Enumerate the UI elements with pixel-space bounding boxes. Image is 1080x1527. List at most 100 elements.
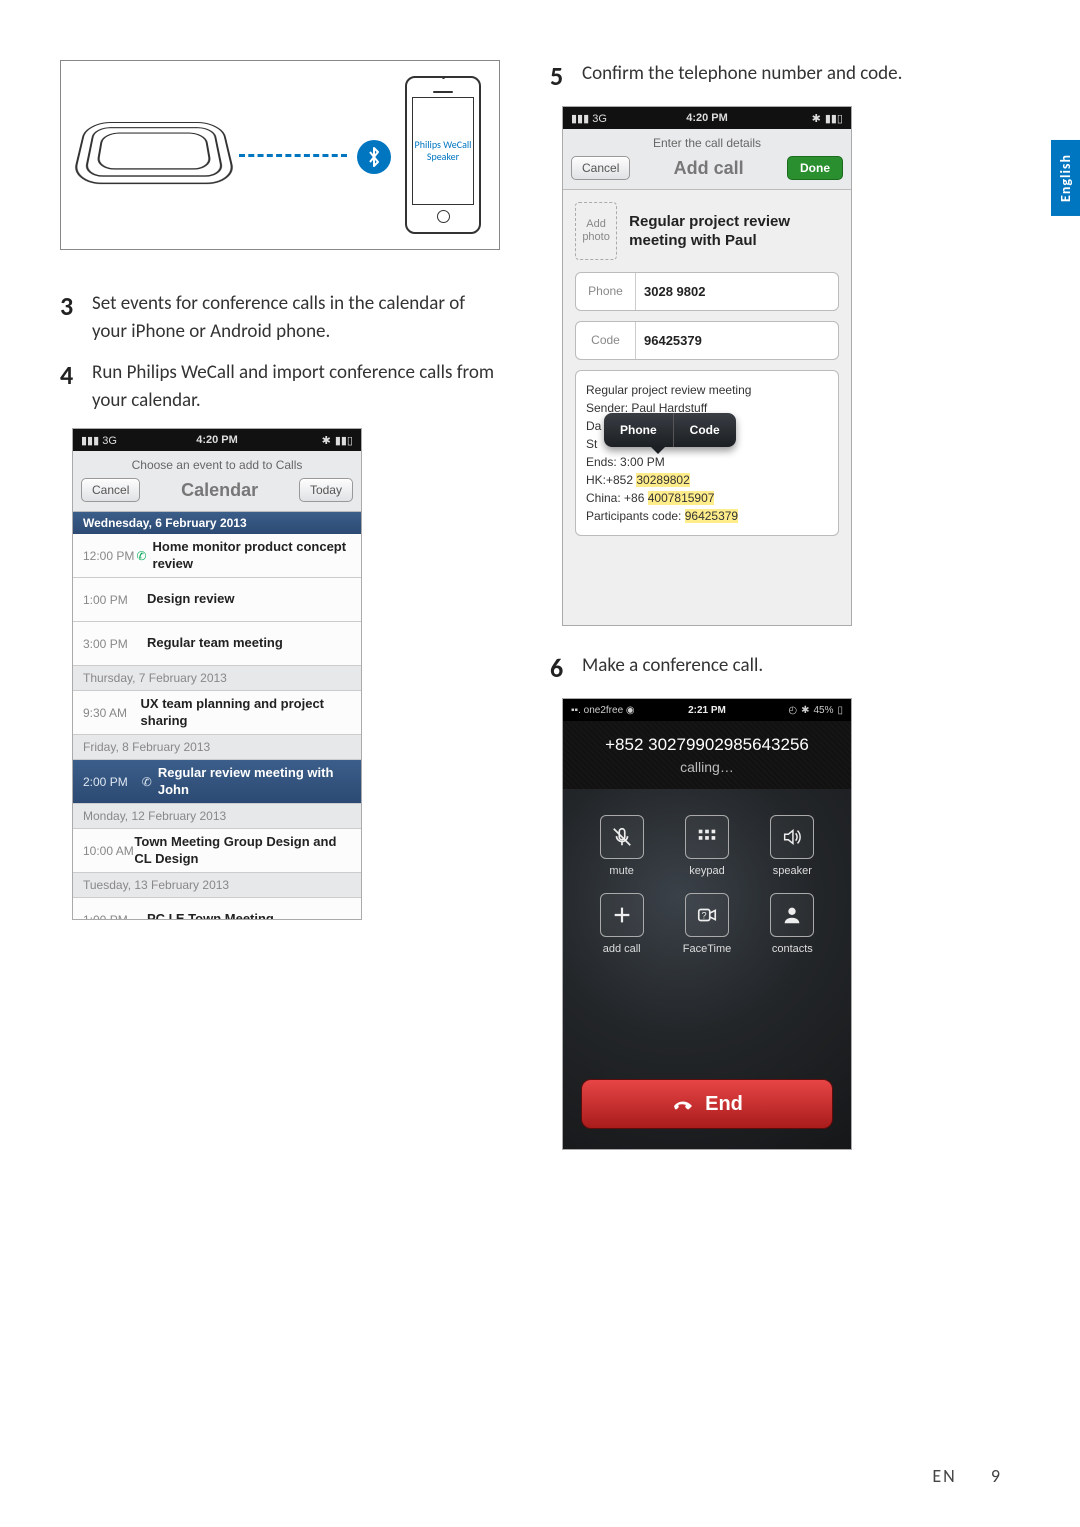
language-tab: English (1051, 140, 1080, 216)
event-time: 9:30 AM (83, 706, 141, 720)
today-button[interactable]: Today (299, 478, 353, 502)
bluetooth-icon: ✱ (812, 112, 821, 125)
day-header: Monday, 12 February 2013 (73, 804, 361, 829)
event-title: Home monitor product concept review (153, 539, 351, 573)
step-4: 4 Run Philips WeCall and import conferen… (60, 359, 500, 414)
facetime-button[interactable]: ? FaceTime (672, 893, 741, 955)
header-title: Add call (674, 158, 744, 179)
highlighted-number: 30289802 (636, 473, 689, 487)
end-label: End (705, 1093, 743, 1116)
selection-popover: Phone Code (604, 413, 736, 447)
calendar-event-row[interactable]: 9:30 AMUX team planning and project shar… (73, 691, 361, 735)
left-column: Philips WeCall Speaker 3 Set events for … (60, 60, 500, 1150)
phone-input-row[interactable]: Phone 3028 9802 (575, 272, 839, 311)
hangup-icon (671, 1092, 695, 1116)
mute-button[interactable]: mute (587, 815, 656, 877)
event-title: Regular project review meeting with Paul (629, 212, 839, 251)
keypad-icon (685, 815, 729, 859)
calling-phone-mockup: ▪▪. one2free ◉ 2:21 PM ◴ ✱ 45%▯ +852 302… (562, 698, 852, 1150)
phone-icon: ✆ (142, 775, 152, 789)
dialed-number: +852 30279902985643256 (563, 735, 851, 755)
event-time: 3:00 PM (83, 637, 147, 651)
page-number: 9 (991, 1465, 1000, 1487)
step-text: Run Philips WeCall and import conference… (92, 359, 500, 414)
calendar-event-row[interactable]: 12:00 PM✆ Home monitor product concept re… (73, 534, 361, 578)
lang-code: EN (932, 1465, 956, 1487)
battery-label: 45% (813, 705, 833, 716)
keypad-button[interactable]: keypad (672, 815, 741, 877)
speaker-icon (770, 815, 814, 859)
step-text: Make a conference call. (582, 652, 763, 684)
call-status-label: calling… (563, 759, 851, 775)
text: Run (92, 361, 127, 384)
field-value: 3028 9802 (636, 273, 713, 310)
step-6: 6 Make a conference call. (550, 652, 990, 684)
step-number: 3 (60, 290, 92, 345)
parse-line: Participants code: 96425379 (586, 507, 828, 525)
step-text: Set events for conference calls in the c… (92, 290, 500, 345)
mute-icon (600, 815, 644, 859)
carrier-label: 3G (102, 435, 117, 447)
event-title: Regular review meeting with John (158, 765, 351, 799)
phone-illustration: Philips WeCall Speaker (405, 76, 481, 234)
speaker-button[interactable]: speaker (758, 815, 827, 877)
day-header: Friday, 8 February 2013 (73, 735, 361, 760)
add-photo-button[interactable]: Add photo (575, 202, 617, 260)
right-column: 5 Confirm the telephone number and code.… (550, 60, 990, 1150)
event-time: 2:00 PM (83, 775, 142, 789)
header-subtitle: Choose an event to add to Calls (81, 458, 353, 478)
field-value: 96425379 (636, 322, 710, 359)
app-name: Philips WeCall (127, 361, 235, 384)
bluetooth-icon: ✱ (801, 705, 809, 716)
cancel-button[interactable]: Cancel (81, 478, 140, 502)
addcall-phone-mockup: ▮▮▮ 3G 4:20 PM ✱▮▮▯ Enter the call detai… (562, 106, 852, 626)
event-title: Town Meeting Group Design and CL Design (134, 834, 351, 868)
calendar-list[interactable]: Wednesday, 6 February 201312:00 PM✆Home … (73, 512, 361, 920)
speaker-illustration (71, 122, 237, 184)
header-title: Calendar (181, 480, 258, 501)
calendar-event-row[interactable]: 1:00 PMDesign review (73, 578, 361, 622)
popover-phone-button[interactable]: Phone (604, 413, 674, 447)
step-5: 5 Confirm the telephone number and code. (550, 60, 990, 92)
step-3: 3 Set events for conference calls in the… (60, 290, 500, 345)
step-number: 4 (60, 359, 92, 414)
pairing-diagram: Philips WeCall Speaker (60, 60, 500, 250)
signal-icon: ▮▮▮ 3G (81, 434, 117, 447)
bluetooth-icon (357, 140, 391, 174)
alarm-icon: ◴ (788, 705, 797, 716)
calendar-event-row[interactable]: 1:00 PMPC I.E Town Meeting (73, 898, 361, 920)
event-time: 10:00 AM (83, 844, 134, 858)
popover-code-button[interactable]: Code (674, 413, 736, 447)
battery-icon: ▯ (837, 705, 843, 716)
day-header: Tuesday, 13 February 2013 (73, 873, 361, 898)
calendar-event-row[interactable]: 2:00 PM✆ Regular review meeting with John (73, 760, 361, 804)
code-input-row[interactable]: Code 96425379 (575, 321, 839, 360)
event-time: 12:00 PM (83, 549, 136, 563)
step-text: Confirm the telephone number and code. (582, 60, 902, 92)
calendar-event-row[interactable]: 10:00 AMTown Meeting Group Design and CL… (73, 829, 361, 873)
phone-screen-label: Philips WeCall Speaker (412, 97, 474, 205)
carrier-label: 3G (592, 113, 607, 125)
contacts-button[interactable]: contacts (758, 893, 827, 955)
parse-line: Ends: 3:00 PM (586, 453, 828, 471)
step-number: 6 (550, 652, 582, 684)
phone-icon: ✆ (136, 549, 146, 563)
field-label: Code (576, 322, 636, 359)
done-button[interactable]: Done (787, 156, 843, 180)
addcall-button[interactable]: add call (587, 893, 656, 955)
page-footer: EN 9 (932, 1465, 1000, 1487)
calendar-event-row[interactable]: 3:00 PMRegular team meeting (73, 622, 361, 666)
event-time: 1:00 PM (83, 913, 147, 921)
event-title: UX team planning and project sharing (141, 696, 351, 730)
highlighted-number: 4007815907 (648, 491, 715, 505)
event-title: PC I.E Town Meeting (147, 911, 274, 920)
battery-icon: ▮▮▯ (825, 112, 843, 125)
cancel-button[interactable]: Cancel (571, 156, 630, 180)
event-title: Design review (147, 591, 234, 608)
parse-line: Regular project review meeting (586, 381, 828, 399)
contacts-icon (770, 893, 814, 937)
pairing-dashed-line (239, 154, 347, 157)
highlighted-number: 96425379 (685, 509, 738, 523)
end-call-button[interactable]: End (581, 1079, 833, 1129)
signal-icon: ▮▮▮ 3G (571, 112, 607, 125)
